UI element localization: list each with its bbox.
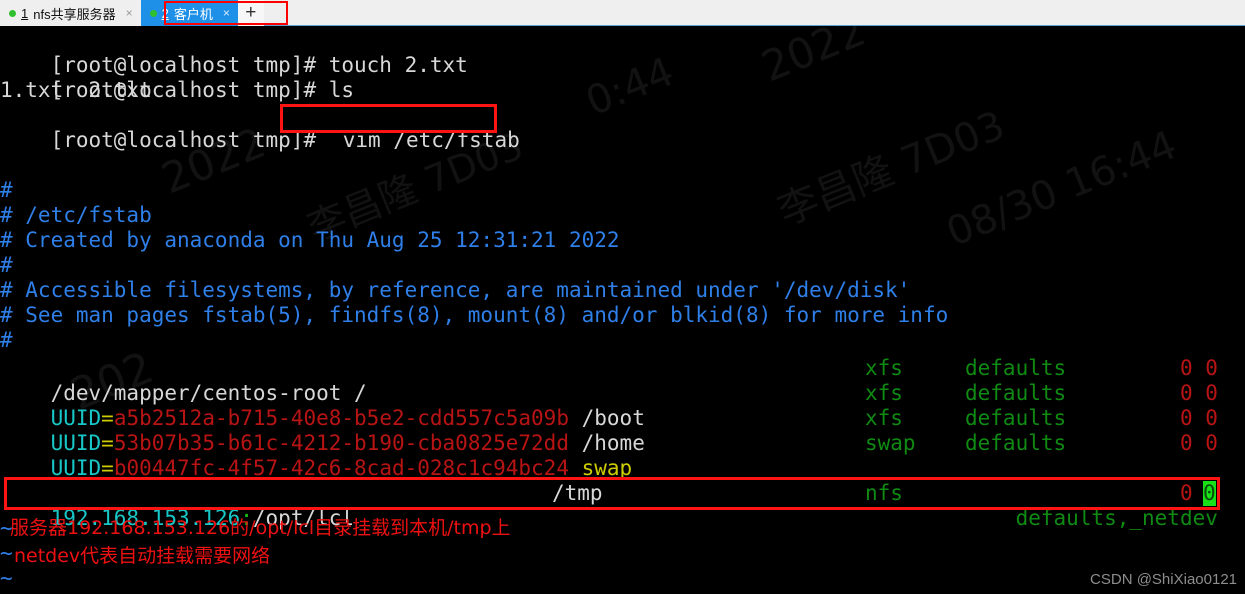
fstab-fstype: xfs: [865, 406, 903, 430]
tab-label: nfs共享服务器: [33, 6, 116, 22]
watermark-author: 李昌隆 7D03: [771, 102, 1012, 235]
fstab-entry-row: UUID=53b07b35-b61c-4212-b190-cba0825e72d…: [0, 406, 645, 455]
fstab-fstype: xfs: [865, 356, 903, 380]
fstab-dump-pass: 0 0: [1180, 381, 1218, 405]
nfs-mountpoint: /tmp: [552, 481, 603, 505]
watermark-left-upper: 0:44: [579, 48, 681, 126]
session-active-dot: [9, 9, 16, 17]
fstab-entry-row: UUID=b00447fc-4f57-42c6-8cad-028c1c94bc2…: [0, 431, 633, 480]
terminal-body[interactable]: 2022 0:44 李昌隆 7D03 08/30 16:44 202 2022 …: [0, 26, 1245, 594]
fstab-entry-row: /dev/mapper/centos-root /: [0, 356, 367, 405]
tab-client[interactable]: 2 客户机 ×: [140, 0, 238, 26]
annotation-netdev-description: netdev代表自动挂载需要网络: [14, 545, 271, 567]
fstab-comment-line: # See man pages fstab(5), findfs(8), mou…: [0, 303, 949, 327]
shell-line-vim: [root@localhost tmp]# vim /etc/fstab: [0, 103, 520, 152]
fstab-dump-pass: 0 0: [1180, 356, 1218, 380]
fstab-uuid-equals: =: [101, 456, 114, 480]
csdn-watermark: CSDN @ShiXiao0121: [1090, 571, 1237, 588]
fstab-fstype: xfs: [865, 381, 903, 405]
fstab-uuid-key: UUID: [50, 456, 102, 480]
fstab-comment-line: #: [0, 253, 13, 277]
tab-index: 1: [21, 5, 29, 21]
fstab-comment-line: #: [0, 328, 13, 352]
fstab-options: defaults: [965, 431, 1067, 455]
fstab-mountpoint-value: swap: [581, 456, 633, 480]
shell-output-ls: 1.txt 2.txt: [0, 78, 152, 102]
vim-tilde-marker: ~: [0, 541, 13, 565]
session-active-dot: [149, 9, 157, 17]
tab-bar-filler: [263, 0, 1245, 25]
close-icon[interactable]: ×: [223, 7, 230, 19]
close-icon[interactable]: ×: [126, 7, 133, 19]
fstab-entry-row: UUID=a5b2512a-b715-40e8-b5e2-cdd557c5a09…: [0, 381, 645, 430]
nfs-dump: 0: [1180, 481, 1193, 505]
tab-bar: 1 nfs共享服务器 × 2 客户机 × +: [0, 0, 1245, 26]
tab-nfs-server[interactable]: 1 nfs共享服务器 ×: [0, 0, 141, 26]
fstab-comment-line: # Accessible filesystems, by reference, …: [0, 278, 911, 302]
tab-label: 客户机: [173, 6, 213, 22]
nfs-options-value: defaults,_netdev: [1015, 506, 1218, 530]
watermark-top-center: 2022: [754, 26, 873, 92]
fstab-comment-line: #: [0, 178, 13, 202]
fstab-dump-pass: 0 0: [1180, 431, 1218, 455]
fstab-fstype: swap: [865, 431, 916, 455]
fstab-uuid-value: b00447fc-4f57-42c6-8cad-028c1c94bc24: [113, 456, 569, 480]
vim-tilde-marker: ~: [0, 566, 13, 590]
fstab-mountpoint: [569, 456, 582, 480]
watermark-datetime: 08/30 16:44: [940, 122, 1184, 256]
new-tab-button[interactable]: +: [237, 0, 264, 26]
fstab-options: defaults: [965, 356, 1067, 380]
nfs-fstype: nfs: [865, 481, 903, 505]
shell-line-touch: [root@localhost tmp]# touch 2.txt: [0, 28, 468, 77]
fstab-options: defaults: [965, 406, 1067, 430]
vim-cursor: 0: [1203, 481, 1216, 506]
nfs-mount-entry-row: 192.168.153.126:/opt/lcl: [0, 481, 354, 530]
shell-line-ls: [root@localhost tmp]# ls: [0, 53, 354, 102]
fstab-dump-pass: 0 0: [1180, 406, 1218, 430]
tab-index: 2: [161, 5, 169, 21]
shell-command: vim /etc/fstab: [342, 128, 520, 152]
annotation-mount-description: 服务器192.168.153.126的/opt/lcl目录挂载到本机/tmp上: [10, 517, 511, 539]
shell-prompt: [root@localhost tmp]#: [50, 128, 329, 152]
fstab-comment-line: # /etc/fstab: [0, 203, 152, 227]
fstab-options: defaults: [965, 381, 1067, 405]
fstab-comment-line: # Created by anaconda on Thu Aug 25 12:3…: [0, 228, 620, 252]
shell-command: ls: [328, 78, 355, 102]
